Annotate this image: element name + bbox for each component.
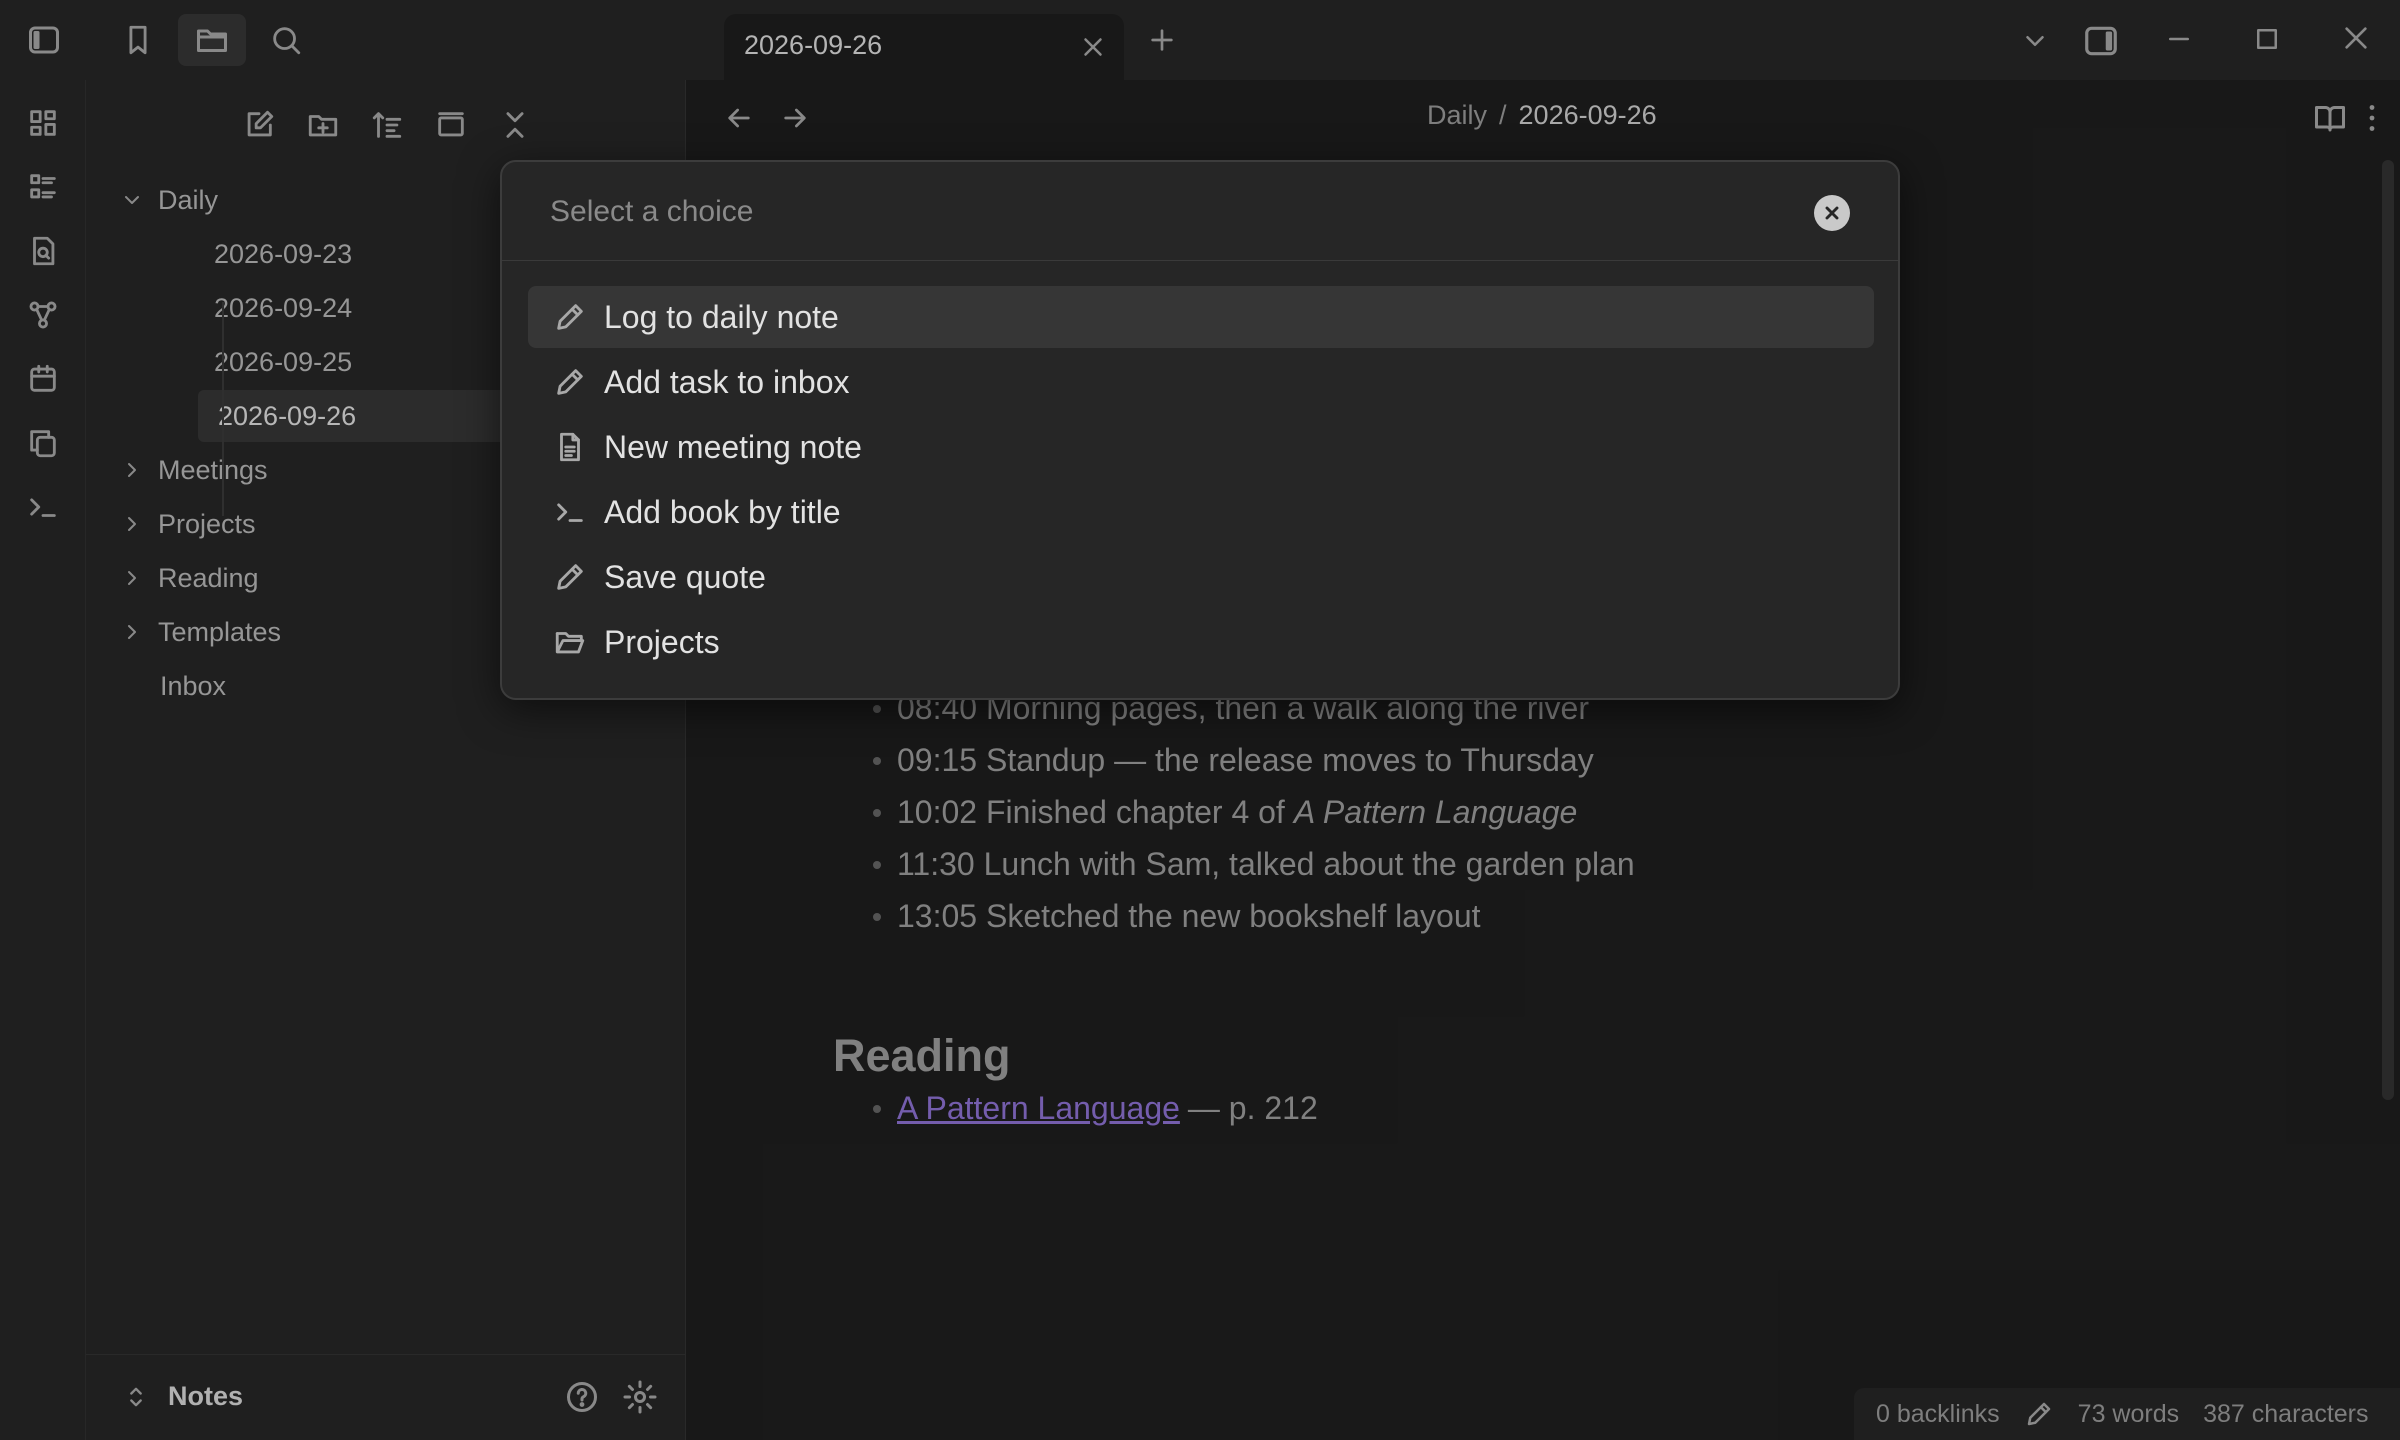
suggester-modal: Log to daily note Add task to inbox New …: [500, 160, 1900, 700]
terminal-icon: [552, 494, 588, 530]
file-text-icon: [552, 429, 588, 465]
pencil-icon: [552, 559, 588, 595]
choice-add-task-to-inbox[interactable]: Add task to inbox: [528, 351, 1874, 413]
divider: [502, 260, 1898, 261]
choice-label: Log to daily note: [604, 298, 839, 335]
choice-add-book-by-title[interactable]: Add book by title: [528, 481, 1874, 543]
choice-projects[interactable]: Projects: [528, 611, 1874, 673]
choice-label: Add task to inbox: [604, 363, 850, 400]
clear-input-button[interactable]: [1814, 195, 1850, 231]
choice-new-meeting-note[interactable]: New meeting note: [528, 416, 1874, 478]
choice-label: Add book by title: [604, 493, 841, 530]
pencil-icon: [552, 299, 588, 335]
close-icon: [1822, 203, 1842, 223]
choice-label: Save quote: [604, 558, 766, 595]
folder-open-icon: [552, 624, 588, 660]
pencil-icon: [552, 364, 588, 400]
choice-label: New meeting note: [604, 428, 862, 465]
choice-save-quote[interactable]: Save quote: [528, 546, 1874, 608]
choice-log-to-daily-note[interactable]: Log to daily note: [528, 286, 1874, 348]
choice-label: Projects: [604, 623, 720, 660]
choice-search-input[interactable]: [550, 188, 1750, 236]
